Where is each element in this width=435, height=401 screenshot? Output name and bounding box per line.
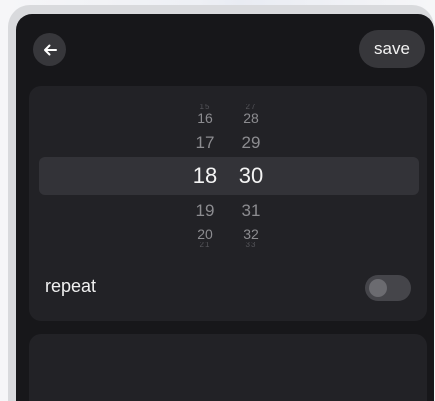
- back-button[interactable]: [33, 33, 66, 66]
- hour-option: 16: [197, 110, 213, 126]
- hour-option: 20: [197, 226, 213, 242]
- minute-option: 33: [245, 242, 257, 248]
- secondary-card: [29, 334, 427, 401]
- hour-option: 21: [199, 242, 211, 248]
- selected-row-highlight: [39, 157, 419, 195]
- minute-option: 31: [241, 201, 261, 220]
- save-button[interactable]: save: [359, 30, 425, 68]
- alarm-edit-screen: save 15 16 17 18 19 20 21 27 28 29 30 31…: [16, 14, 434, 401]
- hour-option: 19: [195, 201, 215, 220]
- minute-option: 29: [241, 133, 261, 152]
- repeat-label: repeat: [45, 276, 97, 296]
- time-settings-card: 15 16 17 18 19 20 21 27 28 29 30 31 32 3…: [29, 86, 427, 321]
- hour-selected: 18: [192, 163, 218, 188]
- toggle-knob: [369, 279, 387, 297]
- minute-option: 32: [243, 226, 259, 242]
- minute-picker[interactable]: 27 28 29 30 31 32 33: [231, 86, 271, 256]
- arrow-left-icon: [43, 44, 57, 55]
- repeat-toggle[interactable]: [365, 275, 411, 301]
- hour-picker[interactable]: 15 16 17 18 19 20 21: [185, 86, 225, 256]
- minute-selected: 30: [238, 163, 264, 188]
- hour-option: 17: [195, 133, 215, 152]
- minute-option: 28: [243, 110, 259, 126]
